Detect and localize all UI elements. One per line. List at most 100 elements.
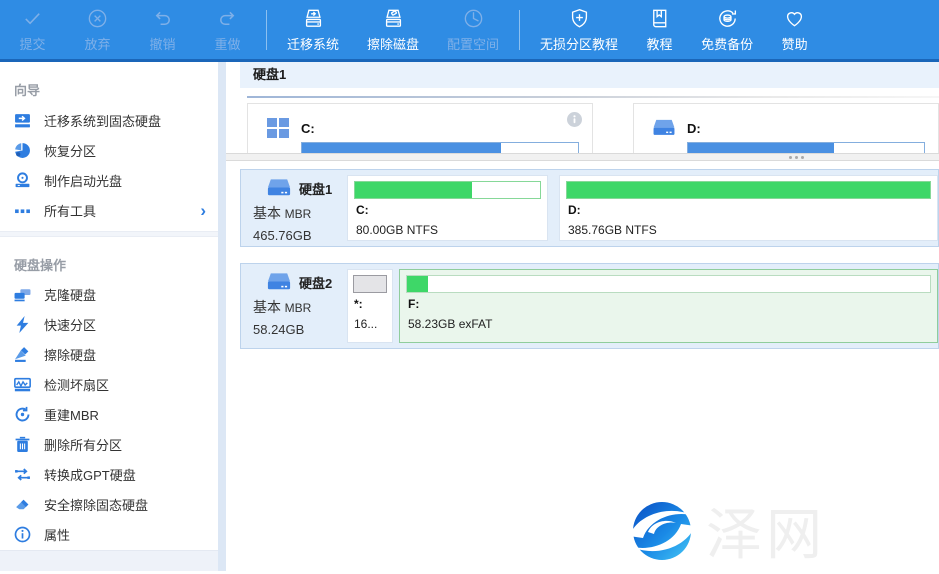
sidebar-item-wipe-hdd[interactable]: 擦除硬盘: [0, 340, 218, 370]
sidebar-item-recover-partition[interactable]: 恢复分区: [0, 135, 218, 165]
secure-erase-icon: [14, 496, 31, 513]
disk-row-2[interactable]: 硬盘2 基本 MBR 58.24GB *: 16... F: 58.23GB e…: [240, 263, 939, 349]
disk-icon: [266, 272, 292, 292]
free-backup-icon: [714, 7, 741, 30]
sidebar-item-label: 擦除硬盘: [44, 345, 96, 364]
commit-label: 提交: [19, 34, 45, 53]
disk-size: 465.76GB: [241, 228, 347, 243]
partition-info: 385.76GB NTFS: [568, 223, 929, 237]
disk-name: 硬盘1: [299, 179, 332, 198]
toolbar-separator: [266, 10, 267, 50]
allocate-space-icon: [460, 7, 487, 30]
disk-type: 基本: [253, 299, 281, 315]
splitter-handle[interactable]: [226, 153, 939, 161]
sidebar-item-label: 属性: [44, 525, 70, 544]
wipe-disk-label: 擦除磁盘: [367, 34, 419, 53]
disk-meta: 硬盘2 基本 MBR 58.24GB: [241, 264, 347, 348]
sidebar-item-secure-erase[interactable]: 安全擦除固态硬盘: [0, 490, 218, 520]
partition-info: 80.00GB NTFS: [356, 223, 539, 237]
migrate-os-button[interactable]: 迁移系统: [273, 0, 353, 59]
allocate-space-label: 配置空间: [447, 34, 499, 53]
partition-d[interactable]: D: 385.76GB NTFS: [559, 175, 938, 241]
redo-button: 重做: [195, 0, 260, 59]
sidebar-item-label: 快速分区: [44, 315, 96, 334]
partition-c[interactable]: C: 80.00GB NTFS: [347, 175, 548, 241]
all-tools-icon: [14, 202, 31, 219]
volume-card-c[interactable]: C:: [247, 103, 593, 153]
sidebar-item-all-tools[interactable]: 所有工具 ›: [0, 195, 218, 225]
sidebar-item-label: 安全擦除固态硬盘: [44, 495, 148, 514]
disk-size: 58.24GB: [241, 322, 347, 337]
sidebar-item-clone-disk[interactable]: 克隆硬盘: [0, 280, 218, 310]
partition-f-selected[interactable]: F: 58.23GB exFAT: [399, 269, 938, 343]
splitter-dots-icon: [789, 156, 804, 159]
sidebar-section-wizard: 向导: [0, 70, 218, 105]
sidebar-item-bad-sectors[interactable]: 检测坏扇区: [0, 370, 218, 400]
partition-tutorial-button[interactable]: 无损分区教程: [526, 0, 632, 59]
sidebar-item-bootable-cd[interactable]: 制作启动光盘: [0, 165, 218, 195]
volume-usage-bar: [687, 142, 925, 153]
free-backup-button[interactable]: 免费备份: [687, 0, 767, 59]
partition-tutorial-icon: [566, 7, 593, 30]
sidebar-item-label: 克隆硬盘: [44, 285, 96, 304]
sidebar-item-properties[interactable]: 属性: [0, 520, 218, 550]
clone-disk-icon: [14, 286, 31, 303]
sidebar-item-label: 所有工具: [44, 201, 96, 220]
tutorial-button[interactable]: 教程: [632, 0, 687, 59]
sidebar-item-label: 检测坏扇区: [44, 375, 109, 394]
redo-icon: [214, 7, 241, 30]
main-panel: 硬盘1 C: D:: [226, 62, 939, 571]
toolbar: 提交 放弃 撤销 重做 迁移系统 擦除磁盘 配置空间 无损分区教程 教程 免费备…: [0, 0, 939, 62]
partition-info: 16...: [354, 317, 384, 331]
free-backup-label: 免费备份: [701, 34, 753, 53]
tab-underline: [247, 96, 939, 98]
partition-label: C:: [356, 203, 539, 217]
undo-icon: [149, 7, 176, 30]
disk-tab[interactable]: 硬盘1: [240, 62, 939, 88]
wipe-disk-button[interactable]: 擦除磁盘: [353, 0, 433, 59]
donate-heart-icon: [781, 7, 808, 30]
sidebar-section-disk-operations: 硬盘操作: [0, 245, 218, 280]
commit-check-icon: [19, 7, 46, 30]
redo-label: 重做: [214, 34, 240, 53]
volume-usage-bar: [301, 142, 579, 153]
discard-icon: [84, 7, 111, 30]
chevron-right-icon: ›: [200, 202, 206, 219]
watermark: 泽网: [626, 490, 826, 571]
delete-partitions-icon: [14, 436, 31, 453]
convert-gpt-icon: [14, 466, 31, 483]
volume-letter: C:: [301, 121, 315, 136]
disk-list: 硬盘1 基本 MBR 465.76GB C: 80.00GB NTFS D: 3…: [240, 169, 939, 349]
disk-overview-strip: C: D:: [226, 103, 939, 153]
partition-usage-bar: [353, 275, 387, 293]
volume-card-d[interactable]: D:: [633, 103, 939, 153]
migrate-ssd-icon: [14, 112, 31, 129]
sidebar-item-migrate-ssd[interactable]: 迁移系统到固态硬盘: [0, 105, 218, 135]
tutorial-icon: [646, 7, 673, 30]
sidebar-item-convert-gpt[interactable]: 转换成GPT硬盘: [0, 460, 218, 490]
partition-usage-bar: [406, 275, 931, 293]
quick-partition-icon: [14, 316, 31, 333]
allocate-space-button: 配置空间: [433, 0, 513, 59]
sidebar-item-quick-partition[interactable]: 快速分区: [0, 310, 218, 340]
discard-button: 放弃: [65, 0, 130, 59]
disk-name: 硬盘2: [299, 273, 332, 292]
disk-row-1[interactable]: 硬盘1 基本 MBR 465.76GB C: 80.00GB NTFS D: 3…: [240, 169, 939, 247]
sidebar: 向导 迁移系统到固态硬盘 恢复分区 制作启动光盘 所有工具 › 硬盘操作: [0, 62, 218, 571]
undo-button: 撤销: [130, 0, 195, 59]
sidebar-item-delete-partitions[interactable]: 删除所有分区: [0, 430, 218, 460]
commit-button: 提交: [0, 0, 65, 59]
toolbar-separator: [519, 10, 520, 50]
discard-label: 放弃: [84, 34, 110, 53]
partition-usage-bar: [354, 181, 541, 199]
donate-button[interactable]: 赞助: [767, 0, 822, 59]
sidebar-item-label: 迁移系统到固态硬盘: [44, 111, 161, 130]
partition-unformatted[interactable]: *: 16...: [347, 269, 393, 343]
bad-sector-icon: [14, 376, 31, 393]
wipe-hdd-icon: [14, 346, 31, 363]
info-icon[interactable]: [567, 112, 582, 127]
rebuild-mbr-icon: [14, 406, 31, 423]
sidebar-item-rebuild-mbr[interactable]: 重建MBR: [0, 400, 218, 430]
drive-icon: [652, 117, 676, 139]
wipe-disk-icon: [380, 7, 407, 30]
